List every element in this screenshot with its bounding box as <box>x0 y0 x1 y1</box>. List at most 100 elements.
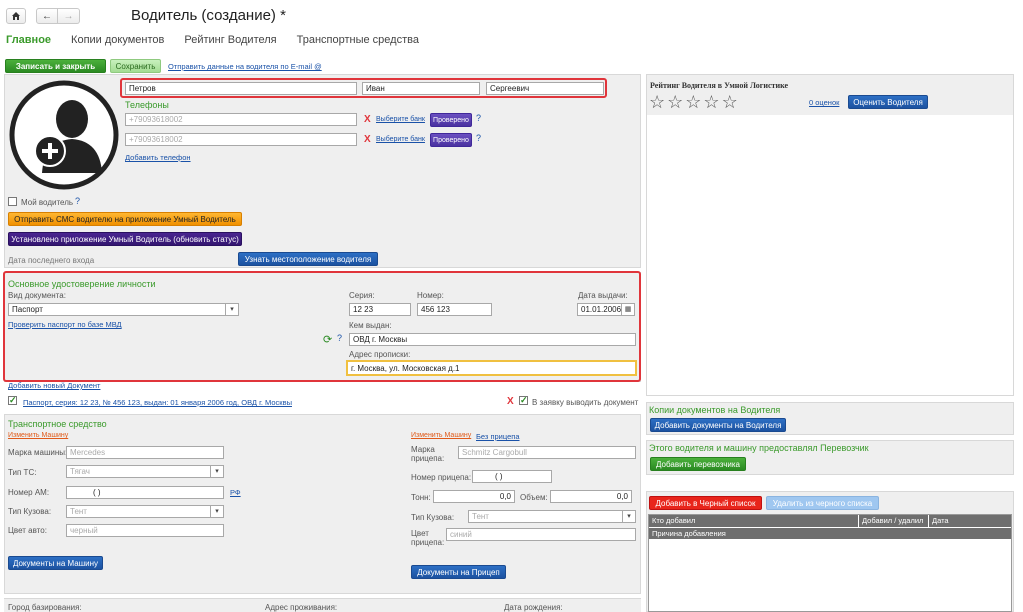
issued-by-help-icon[interactable]: ? <box>337 333 342 343</box>
app-status-button[interactable]: Установлено приложение Умный Водитель (о… <box>8 232 242 246</box>
tab-vehicles[interactable]: Транспортные средства <box>297 34 419 46</box>
my-driver-checkbox[interactable] <box>8 197 17 206</box>
back-button[interactable]: ← <box>36 8 58 24</box>
remove-passport-icon[interactable]: X <box>507 396 514 407</box>
tab-document-copies[interactable]: Копии документов <box>71 34 164 46</box>
phone-field-2[interactable]: +79093618002 <box>125 133 357 146</box>
identity-heading: Основное удостоверение личности <box>8 279 156 289</box>
phone-field-1[interactable]: +79093618002 <box>125 113 357 126</box>
tab-driver-rating[interactable]: Рейтинг Водителя <box>184 34 276 46</box>
car-documents-button[interactable]: Документы на Машину <box>8 556 103 570</box>
brand-label: Марка машины: <box>8 448 68 457</box>
rate-driver-button[interactable]: Оценить Водителя <box>848 95 928 109</box>
page-title: Водитель (создание) * <box>131 7 286 24</box>
trailer-color-field[interactable]: синий <box>446 528 636 541</box>
car-color-label: Цвет авто: <box>8 526 47 535</box>
carrier-heading: Этого водителя и машину предоставлял Пер… <box>649 443 869 453</box>
avatar[interactable] <box>8 79 120 191</box>
series-label: Серия: <box>349 291 375 300</box>
copies-heading: Копии документов на Водителя <box>649 405 781 415</box>
ratings-count-link[interactable]: 0 оценок <box>809 98 839 107</box>
add-driver-documents-button[interactable]: Добавить документы на Водителя <box>650 418 786 432</box>
locate-driver-button[interactable]: Узнать местоположение водителя <box>238 252 378 266</box>
change-trailer-link[interactable]: Изменить Машину <box>411 432 471 439</box>
choose-bank-link-1[interactable]: Выберите банк <box>376 116 425 123</box>
verified-badge-2[interactable]: Проверено <box>430 133 472 147</box>
volume-field[interactable]: 0,0 <box>550 490 632 503</box>
passport-row-link[interactable]: Паспорт, серия: 12 23, № 456 123, выдан:… <box>23 398 292 407</box>
address-field[interactable]: г. Москва, ул. Московская д.1 <box>346 360 637 376</box>
chevron-down-icon: ▾ <box>210 466 223 477</box>
star-icon[interactable]: ☆ <box>667 92 685 112</box>
star-icon[interactable]: ☆ <box>703 92 721 112</box>
add-document-link[interactable]: Добавить новый Документ <box>8 381 100 390</box>
vehicle-heading: Транспортное средство <box>8 419 107 429</box>
change-car-link[interactable]: Изменить Машину <box>8 432 68 439</box>
rf-link[interactable]: РФ <box>230 488 241 497</box>
choose-bank-link-2[interactable]: Выберите банк <box>376 136 425 143</box>
issued-by-field[interactable]: ОВД г. Москвы <box>349 333 636 346</box>
body-type-label: Тип Кузова: <box>8 507 52 516</box>
star-icon[interactable]: ☆ <box>685 92 703 112</box>
body-type-select[interactable]: Тент ▾ <box>66 505 224 518</box>
send-sms-button[interactable]: Отправить СМС водителю на приложение Умн… <box>8 212 242 226</box>
my-driver-help-icon[interactable]: ? <box>75 196 80 206</box>
chevron-down-icon: ▾ <box>622 511 635 522</box>
chevron-down-icon: ▾ <box>225 304 238 315</box>
forward-button[interactable]: → <box>58 8 80 24</box>
tab-main[interactable]: Главное <box>6 34 51 46</box>
series-field[interactable]: 12 23 <box>349 303 411 316</box>
calendar-icon[interactable]: ▦ <box>621 304 634 315</box>
star-icon[interactable]: ☆ <box>649 92 667 112</box>
remove-phone-2-icon[interactable]: X <box>364 134 371 145</box>
add-carrier-button[interactable]: Добавить перевозчика <box>650 457 746 471</box>
plate-field[interactable]: ( ) <box>66 486 224 499</box>
rating-stars[interactable]: ☆☆☆☆☆ <box>649 92 740 113</box>
volume-label: Объем: <box>520 493 548 502</box>
chevron-down-icon: ▾ <box>210 506 223 517</box>
doc-type-label: Вид документа: <box>8 291 66 300</box>
doc-type-select[interactable]: Паспорт ▾ <box>8 303 239 316</box>
star-icon[interactable]: ☆ <box>722 92 740 112</box>
remove-phone-1-icon[interactable]: X <box>364 114 371 125</box>
trailer-color-label: Цвет прицепа: <box>411 529 445 547</box>
trailer-documents-button[interactable]: Документы на Прицеп <box>411 565 506 579</box>
tab-bar: Главное Копии документов Рейтинг Водител… <box>6 34 419 46</box>
trailer-number-field[interactable]: ( ) <box>472 470 552 483</box>
refresh-icon[interactable]: ⟳ <box>323 333 332 346</box>
table-subheader-row: Причина добавления <box>649 527 1011 539</box>
first-name-field[interactable]: Иван <box>362 82 480 95</box>
include-doc-checkbox[interactable]: ✓ <box>519 396 528 405</box>
help-phone-2-icon[interactable]: ? <box>476 133 481 143</box>
include-doc-label: В заявку выводить документ <box>532 398 639 407</box>
issue-date-field[interactable]: 01.01.2006 ▦ <box>577 303 635 316</box>
car-color-field[interactable]: черный <box>66 524 224 537</box>
tons-field[interactable]: 0,0 <box>433 490 515 503</box>
arrow-right-icon: → <box>63 10 74 22</box>
save-button[interactable]: Сохранить <box>110 59 161 73</box>
add-phone-link[interactable]: Добавить телефон <box>125 153 191 162</box>
remove-from-blacklist-button[interactable]: Удалить из черного списка <box>766 496 879 510</box>
last-login-label: Дата последнего входа <box>8 256 95 265</box>
last-name-field[interactable]: Петров <box>125 82 357 95</box>
trailer-body-label: Тип Кузова: <box>411 513 455 522</box>
verified-badge-1[interactable]: Проверено <box>430 113 472 127</box>
trailer-brand-field[interactable]: Schmitz Cargobull <box>458 446 636 459</box>
brand-field[interactable]: Mercedes <box>66 446 224 459</box>
trailer-body-select[interactable]: Тент ▾ <box>468 510 636 523</box>
column-header[interactable]: Кто добавил <box>649 515 859 527</box>
add-to-blacklist-button[interactable]: Добавить в Черный список <box>649 496 762 510</box>
help-phone-1-icon[interactable]: ? <box>476 113 481 123</box>
my-driver-label: Мой водитель <box>21 198 74 207</box>
no-trailer-link[interactable]: Без прицепа <box>476 432 520 441</box>
send-email-link[interactable]: Отправить данные на водителя по E-mail @ <box>168 62 322 71</box>
home-button[interactable] <box>6 8 26 24</box>
column-header[interactable]: Добавил / удалил <box>859 515 929 527</box>
save-close-button[interactable]: Записать и закрыть <box>5 59 106 73</box>
middle-name-field[interactable]: Сергеевич <box>486 82 604 95</box>
vehicle-type-select[interactable]: Тягач ▾ <box>66 465 224 478</box>
column-header[interactable]: Дата <box>929 515 1011 527</box>
passport-row-checkbox[interactable]: ✓ <box>8 396 17 405</box>
number-field[interactable]: 456 123 <box>417 303 492 316</box>
check-passport-link[interactable]: Проверить паспорт по базе МВД <box>8 320 122 329</box>
